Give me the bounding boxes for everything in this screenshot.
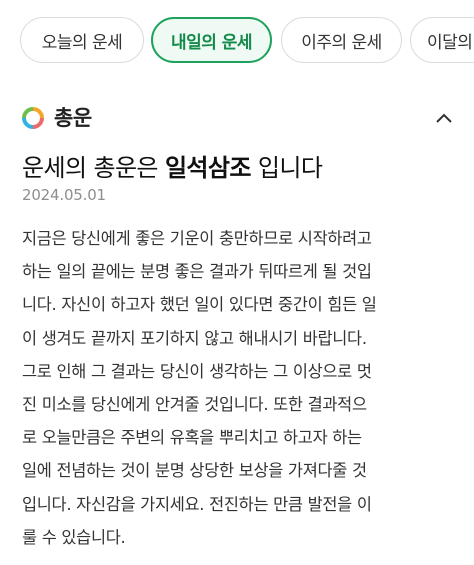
fortune-period-tabs: 오늘의 운세 내일의 운세 이주의 운세 이달의 운세 bbox=[0, 0, 474, 82]
tab-this-week[interactable]: 이주의 운세 bbox=[281, 17, 402, 63]
headline-keyword: 일석삼조 bbox=[164, 154, 252, 182]
headline-suffix: 입니다 bbox=[250, 154, 323, 182]
description-line: 로 오늘만큼은 주변의 유혹을 뿌리치고 하고자 하는 bbox=[22, 428, 362, 448]
description-line: 진 미소를 당신에게 안겨줄 것입니다. 또한 결과적으 bbox=[22, 394, 367, 414]
section-title: 총운 bbox=[54, 106, 92, 130]
description-line: 그로 인해 그 결과는 당신이 생각하는 그 이상으로 멋 bbox=[22, 361, 372, 381]
description-line: 일에 전념하는 것이 분명 상당한 보상을 가져다줄 것 bbox=[22, 461, 367, 481]
section-header[interactable]: 총운 bbox=[22, 100, 456, 134]
description-line: 하는 일의 끝에는 분명 좋은 결과가 뒤따르게 될 것입 bbox=[22, 262, 372, 282]
fortune-headline: 운세의 총운은 일석삼조 입니다 bbox=[22, 148, 323, 183]
fortune-date: 2024.05.01 bbox=[22, 186, 106, 204]
description-line: 룰 수 있습니다. bbox=[22, 527, 126, 547]
tab-tomorrow[interactable]: 내일의 운세 bbox=[151, 17, 272, 63]
description-line: 이 생겨도 끝까지 포기하지 않고 해내시기 바랍니다. bbox=[22, 328, 367, 348]
headline-prefix: 운세의 총운은 bbox=[22, 154, 165, 182]
fortune-description: 지금은 당신에게 좋은 기운이 충만하므로 시작하려고 하는 일의 끝에는 분명… bbox=[22, 222, 454, 554]
description-line: 입니다. 자신감을 가지세요. 전진하는 만큼 발전을 이 bbox=[22, 494, 372, 514]
description-line: 지금은 당신에게 좋은 기운이 충만하므로 시작하려고 bbox=[22, 229, 372, 248]
chevron-up-icon[interactable] bbox=[432, 106, 456, 130]
tab-today[interactable]: 오늘의 운세 bbox=[20, 17, 144, 63]
description-line: 니다. 자신이 하고자 했던 일이 있다면 중간이 힘든 일 bbox=[22, 295, 377, 315]
tab-this-month[interactable]: 이달의 운세 bbox=[410, 17, 474, 63]
fortune-logo-icon bbox=[22, 107, 44, 129]
